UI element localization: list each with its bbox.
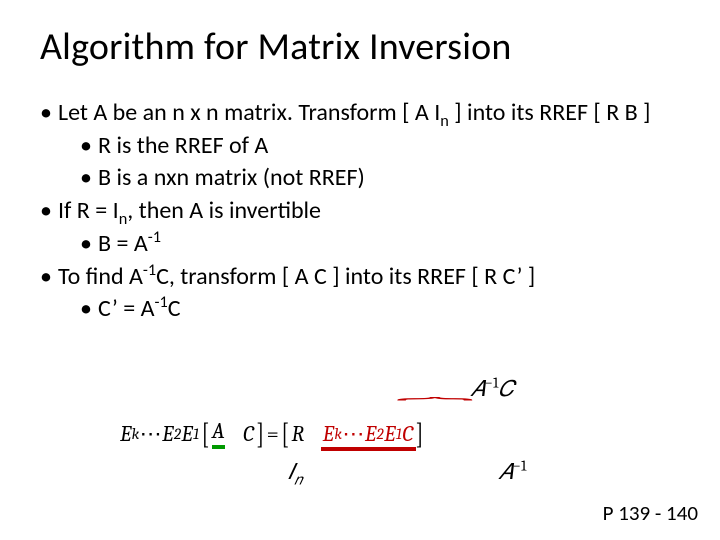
bullet-3a: C’ = A-1C: [80, 294, 680, 325]
bullet-3a-pre: C’ = A: [98, 294, 155, 323]
A-uline: A: [212, 418, 225, 449]
A-inv-label: 𝐴−1: [498, 459, 526, 485]
slide-title: Algorithm for Matrix Inversion: [40, 24, 680, 70]
sub-1: 1: [193, 425, 200, 443]
bullet-3-sup: -1: [143, 260, 156, 280]
red-underline: [321, 447, 416, 451]
dots-1: ⋯: [140, 421, 163, 447]
bullet-1-sub: n: [440, 111, 449, 131]
bullet-3: To find A-1C, transform [ A C ] into its…: [40, 262, 680, 293]
E-2-r: E: [365, 421, 377, 447]
bullet-2-text-a: If R = I: [58, 196, 119, 225]
bullet-1-text-b: ] into its RREF [ R B ]: [449, 98, 651, 127]
sub-1-r: 1: [396, 425, 403, 443]
bullet-1b: B is a nxn matrix (not RREF): [80, 163, 680, 194]
bullet-2a-sup: -1: [148, 227, 161, 247]
bullet-3a-sup: -1: [155, 292, 168, 312]
red-group: Ek ⋯ E2 E1 C: [323, 421, 414, 447]
bullet-2a: B = A-1: [80, 229, 680, 260]
bullet-1-text-a: Let A be an n x n matrix. Transform [ A …: [58, 98, 440, 127]
bullet-1a: R is the RREF of A: [80, 131, 680, 162]
equals: =: [267, 421, 280, 447]
a-inv-c-top: 𝐴−1𝐶: [470, 376, 514, 402]
rbracket-2: ]: [416, 416, 424, 451]
I-n-label: 𝐼𝑛: [288, 459, 302, 485]
C-left: C: [243, 421, 254, 447]
bullet-2-sub: n: [119, 209, 128, 229]
equation-row-1: Ek ⋯ E2 E1 [ A C ] = [ R Ek ⋯ E2 E1 C ]: [120, 418, 680, 449]
E-1-r: E: [384, 421, 396, 447]
sub-k: k: [132, 425, 140, 443]
E-1: E: [181, 421, 193, 447]
slide-body: Let A be an n x n matrix. Transform [ A …: [40, 98, 680, 325]
equation-top-label: 𝐴−1𝐶: [470, 376, 514, 402]
E-k-r: E: [323, 421, 335, 447]
rbracket-1: ]: [256, 416, 264, 451]
dots-2: ⋯: [342, 421, 365, 447]
sub-2-r: 2: [376, 425, 384, 443]
bullet-2a-pre: B = A: [98, 229, 148, 258]
page-reference: P 139 - 140: [603, 500, 698, 526]
equation-block: Ek ⋯ E2 E1 [ A C ] = [ R Ek ⋯ E2 E1 C ]: [120, 418, 680, 459]
brace-icon: ⏞: [396, 398, 474, 413]
C-r: C: [402, 421, 413, 447]
R-right: R: [292, 421, 305, 447]
E-k: E: [120, 421, 132, 447]
bullet-2-text-b: , then A is invertible: [127, 196, 321, 225]
bullet-1: Let A be an n x n matrix. Transform [ A …: [40, 98, 680, 129]
sub-k-r: k: [334, 425, 342, 443]
bullet-2: If R = In, then A is invertible: [40, 196, 680, 227]
E-2: E: [162, 421, 174, 447]
bullet-3-mid: C, transform [ A C ] into its RREF [ R C…: [156, 262, 535, 291]
lbracket-1: [: [202, 416, 210, 451]
bullet-3a-tail: C: [168, 294, 181, 323]
lbracket-2: [: [281, 416, 289, 451]
bullet-3-pre: To find A: [58, 262, 143, 291]
